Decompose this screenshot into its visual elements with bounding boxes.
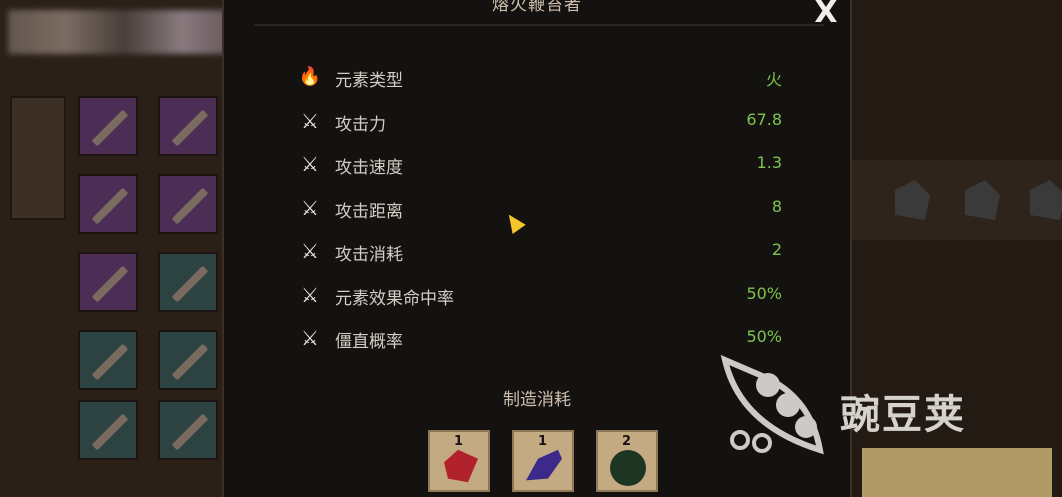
stat-value: 50% [746,284,782,303]
inventory-slot[interactable] [158,174,218,234]
red-crystal-icon [444,449,478,483]
stat-label: 攻击消耗 [335,245,403,265]
stat-label: 元素类型 [335,71,403,91]
stat-label: 元素效果命中率 [335,289,454,309]
inventory-slot[interactable] [78,400,138,460]
stat-value: 8 [771,197,782,216]
watermark-text: 豌豆荚 [840,392,966,438]
material-slot-green-ore[interactable]: 2 [596,430,658,492]
right-bottom-button[interactable] [862,448,1052,497]
fire-icon: 🔥 [298,66,322,87]
stat-value: 1.3 [756,153,782,172]
stat-label: 攻击距离 [335,202,403,222]
inventory-slot[interactable] [158,400,218,460]
inventory-slot[interactable] [78,330,138,390]
inventory-slot[interactable] [158,252,218,312]
sword-range-icon: ⚔ [301,196,319,220]
stat-row-attack-speed: ⚔ 攻击速度 1.3 [297,149,782,179]
material-slot-red-crystal[interactable]: 1 [428,430,490,492]
stat-row-stun-chance: ⚔ 僵直概率 50% [297,323,782,353]
inventory-slot[interactable] [158,330,218,390]
green-ore-icon [610,450,646,486]
stat-row-attack-cost: ⚔ 攻击消耗 2 [297,236,782,266]
stat-label: 攻击力 [335,115,386,135]
stat-row-element-hit-rate: ⚔ 元素效果命中率 50% [297,280,782,310]
purple-feather-icon [526,449,562,481]
material-slot-purple-feather[interactable]: 1 [512,430,574,492]
sword-stun-icon: ⚔ [301,326,319,350]
inventory-background [0,0,222,497]
stat-value: 2 [771,240,782,259]
inventory-slot[interactable] [78,252,138,312]
inventory-slot[interactable] [78,96,138,156]
stat-label: 僵直概率 [335,332,403,352]
close-button[interactable]: X [809,0,843,28]
material-count: 1 [454,434,464,449]
sword-speed-icon: ⚔ [301,152,319,176]
crossed-swords-icon: ⚔ [301,109,319,133]
material-count: 1 [538,434,548,449]
inventory-slot[interactable] [78,174,138,234]
inventory-slot[interactable] [158,96,218,156]
blurred-header-region [8,10,240,54]
stat-value: 火 [765,70,782,89]
sword-element-icon: ⚔ [301,283,319,307]
stat-row-attack-range: ⚔ 攻击距离 8 [297,193,782,223]
pea-pod-logo-icon [720,355,824,455]
panel-title: 熔火鞭笞者 [492,0,582,15]
material-count: 2 [622,434,632,449]
stat-value: 50% [746,327,782,346]
title-divider [254,24,824,26]
sword-cost-icon: ⚔ [301,239,319,263]
stat-label: 攻击速度 [335,158,403,178]
stat-value: 67.8 [746,110,782,129]
stat-row-attack: ⚔ 攻击力 67.8 [297,106,782,136]
inventory-side-tab[interactable] [10,96,66,220]
stat-row-element-type: 🔥 元素类型 火 [297,62,782,92]
